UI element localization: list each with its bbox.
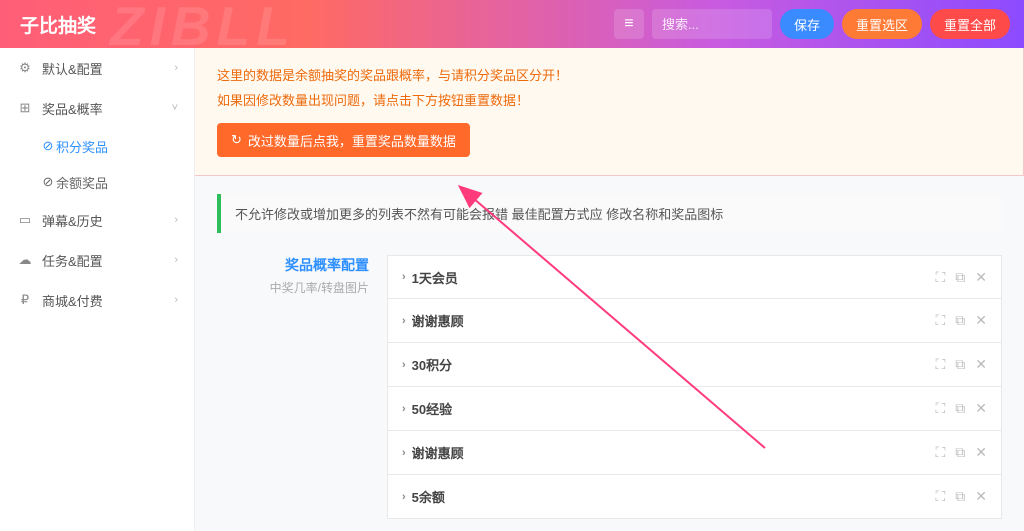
copy-icon[interactable]: ⧉ [955, 488, 965, 505]
chevron-right-icon: › [174, 62, 178, 74]
sidebar-item-prize-prob[interactable]: ⊞ 奖品&概率 ˅ [0, 88, 194, 128]
copy-icon[interactable]: ⧉ [955, 356, 965, 373]
reset-selection-button[interactable]: 重置选区 [842, 9, 922, 39]
sidebar-item-label: 默认&配置 [42, 59, 174, 78]
chevron-right-icon: › [402, 491, 406, 503]
config-label-group: 奖品概率配置 中奖几率/转盘图片 [217, 255, 387, 519]
chevron-right-icon: › [402, 315, 406, 327]
chevron-right-icon: › [402, 271, 406, 283]
chevron-right-icon: › [402, 447, 406, 459]
sidebar-item-label: 弹幕&历史 [42, 211, 174, 230]
config-row: 奖品概率配置 中奖几率/转盘图片 › 1天会员 ⛶ ⧉ ✕ › 谢谢惠顾 ⛶ ⧉… [217, 255, 1002, 519]
expand-icon[interactable]: ⛶ [935, 269, 945, 286]
prize-row[interactable]: › 30积分 ⛶ ⧉ ✕ [387, 343, 1002, 387]
close-icon[interactable]: ✕ [975, 312, 987, 329]
package-icon: ⊞ [16, 100, 34, 116]
warning-box: 这里的数据是余额抽奖的奖品跟概率，与请积分奖品区分开！ 如果因修改数量出现问题，… [195, 48, 1024, 176]
prize-name: 谢谢惠顾 [412, 311, 926, 330]
close-icon[interactable]: ✕ [975, 269, 987, 286]
reset-prize-data-label: 改过数量后点我，重置奖品数量数据 [248, 131, 456, 150]
sidebar-sub-label: 积分奖品 [56, 137, 108, 156]
circle-icon: ⊘ [40, 174, 56, 190]
chevron-right-icon: › [174, 294, 178, 306]
prize-name: 5余额 [412, 487, 926, 506]
expand-icon[interactable]: ⛶ [935, 488, 945, 505]
ruble-icon: ₽ [16, 292, 34, 308]
header: ZIBLL 子比抽奖 ≡ 保存 重置选区 重置全部 [0, 0, 1024, 48]
prize-row[interactable]: › 1天会员 ⛶ ⧉ ✕ [387, 255, 1002, 299]
copy-icon[interactable]: ⧉ [955, 400, 965, 417]
config-title: 奖品概率配置 [217, 255, 369, 275]
sidebar-item-danmu-history[interactable]: ▭ 弹幕&历史 › [0, 200, 194, 240]
book-icon: ▭ [16, 212, 34, 228]
warning-line-2: 如果因修改数量出现问题，请点击下方按钮重置数据！ [217, 89, 1001, 114]
close-icon[interactable]: ✕ [975, 356, 987, 373]
expand-icon[interactable]: ⛶ [935, 356, 945, 373]
gear-icon: ⚙ [16, 60, 34, 76]
save-button[interactable]: 保存 [780, 9, 834, 39]
chevron-right-icon: › [402, 359, 406, 371]
close-icon[interactable]: ✕ [975, 488, 987, 505]
chevron-right-icon: › [174, 254, 178, 266]
sidebar-item-label: 任务&配置 [42, 251, 174, 270]
app-title: 子比抽奖 [20, 11, 96, 38]
sidebar-item-task-config[interactable]: ☁ 任务&配置 › [0, 240, 194, 280]
search-input[interactable] [652, 9, 772, 39]
close-icon[interactable]: ✕ [975, 444, 987, 461]
main: 这里的数据是余额抽奖的奖品跟概率，与请积分奖品区分开！ 如果因修改数量出现问题，… [195, 48, 1024, 531]
chevron-down-icon: ˅ [172, 102, 178, 114]
sidebar-sub-balance-prize[interactable]: ⊘ 余额奖品 [0, 164, 194, 200]
chevron-right-icon: › [174, 214, 178, 226]
reset-all-button[interactable]: 重置全部 [930, 9, 1010, 39]
tip-bar: 不允许修改或增加更多的列表不然有可能会报错 最佳配置方式应 修改名称和奖品图标 [217, 194, 1002, 233]
copy-icon[interactable]: ⧉ [955, 444, 965, 461]
expand-icon[interactable]: ⛶ [935, 312, 945, 329]
sidebar-item-label: 商城&付费 [42, 291, 174, 310]
sidebar-item-label: 奖品&概率 [42, 99, 172, 118]
prize-row[interactable]: › 谢谢惠顾 ⛶ ⧉ ✕ [387, 431, 1002, 475]
copy-icon[interactable]: ⧉ [955, 269, 965, 286]
prize-name: 50经验 [412, 399, 926, 418]
warning-line-1: 这里的数据是余额抽奖的奖品跟概率，与请积分奖品区分开！ [217, 64, 1001, 89]
close-icon[interactable]: ✕ [975, 400, 987, 417]
prize-name: 30积分 [412, 355, 926, 374]
expand-icon[interactable]: ⛶ [935, 400, 945, 417]
reset-prize-data-button[interactable]: ↻ 改过数量后点我，重置奖品数量数据 [217, 123, 470, 157]
prize-row[interactable]: › 谢谢惠顾 ⛶ ⧉ ✕ [387, 299, 1002, 343]
sidebar-item-shop-pay[interactable]: ₽ 商城&付费 › [0, 280, 194, 320]
copy-icon[interactable]: ⧉ [955, 312, 965, 329]
cloud-icon: ☁ [16, 252, 34, 268]
sidebar-sub-points-prize[interactable]: ⊘ 积分奖品 [0, 128, 194, 164]
sidebar-item-default-config[interactable]: ⚙ 默认&配置 › [0, 48, 194, 88]
prize-row[interactable]: › 5余额 ⛶ ⧉ ✕ [387, 475, 1002, 519]
prize-row[interactable]: › 50经验 ⛶ ⧉ ✕ [387, 387, 1002, 431]
prize-list: › 1天会员 ⛶ ⧉ ✕ › 谢谢惠顾 ⛶ ⧉ ✕ › 30积分 ⛶ ⧉ ✕ [387, 255, 1002, 519]
prize-name: 谢谢惠顾 [412, 443, 926, 462]
refresh-icon: ↻ [231, 132, 242, 148]
prize-name: 1天会员 [412, 268, 926, 287]
expand-icon[interactable]: ⛶ [935, 444, 945, 461]
circle-icon: ⊘ [40, 138, 56, 154]
sidebar: ⚙ 默认&配置 › ⊞ 奖品&概率 ˅ ⊘ 积分奖品 ⊘ 余额奖品 ▭ 弹幕&历… [0, 48, 195, 531]
chevron-right-icon: › [402, 403, 406, 415]
sidebar-sub-label: 余额奖品 [56, 173, 108, 192]
list-icon[interactable]: ≡ [614, 9, 644, 39]
config-subtitle: 中奖几率/转盘图片 [217, 279, 369, 296]
